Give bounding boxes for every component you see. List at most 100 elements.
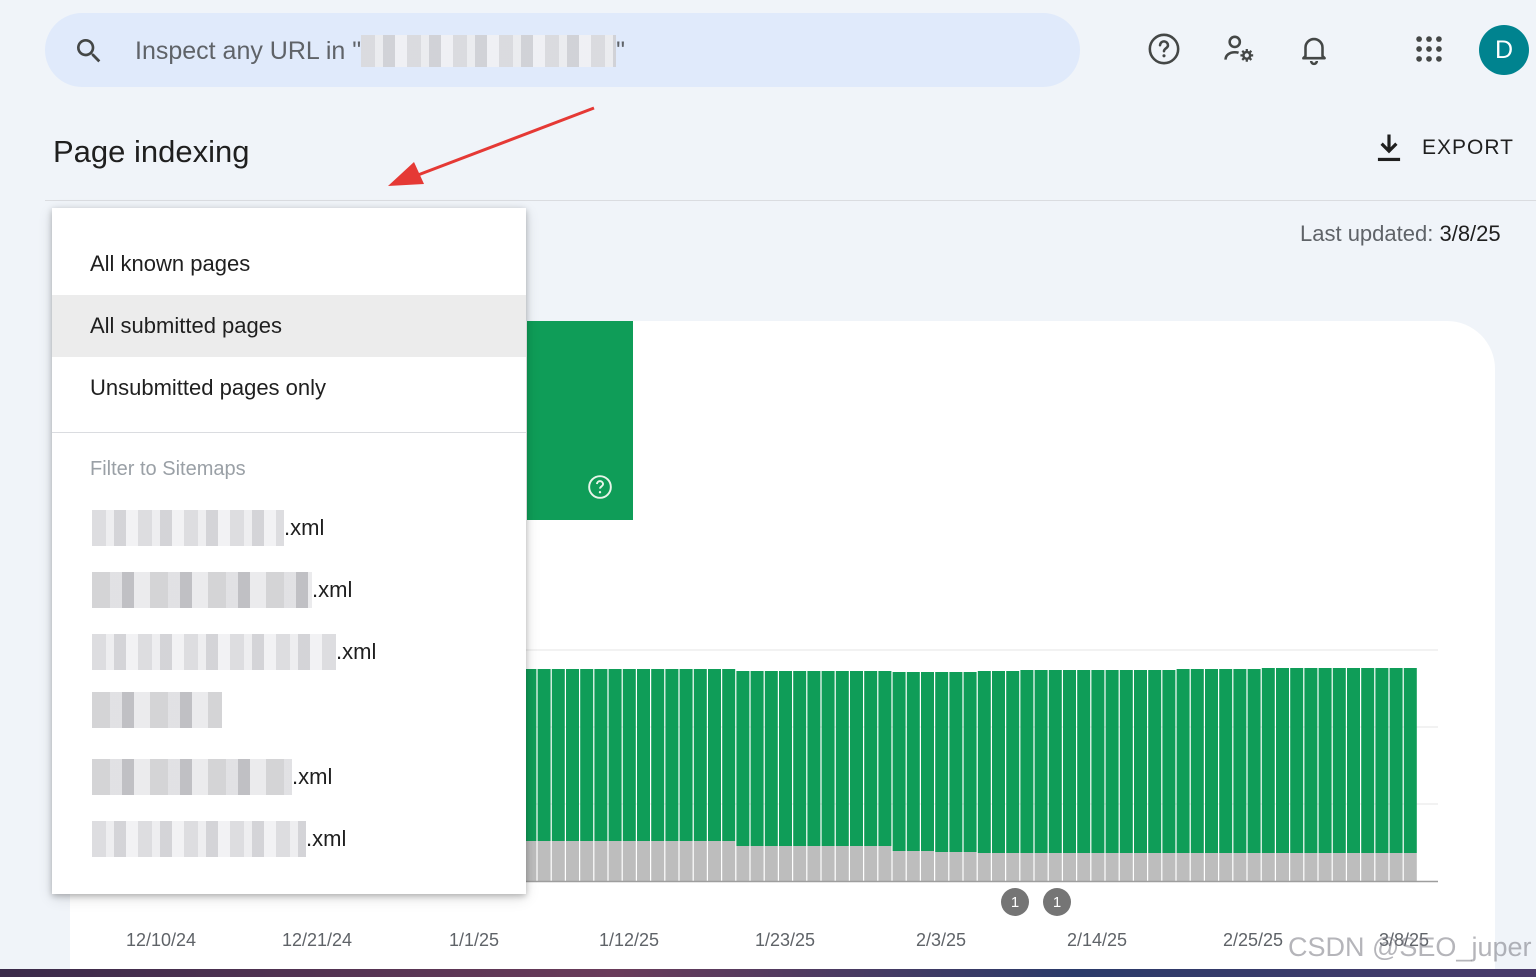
chart-bar[interactable] bbox=[736, 671, 750, 846]
chart-bar[interactable] bbox=[1063, 670, 1076, 853]
sitemap-option[interactable]: .xml bbox=[92, 572, 352, 608]
chart-bar[interactable] bbox=[566, 841, 579, 881]
chart-bar[interactable] bbox=[1119, 670, 1133, 853]
sitemap-option[interactable]: .xml bbox=[92, 510, 324, 546]
chart-bar[interactable] bbox=[779, 846, 792, 881]
chart-bar[interactable] bbox=[1205, 853, 1218, 881]
chart-bar[interactable] bbox=[1119, 853, 1133, 881]
chart-bar[interactable] bbox=[793, 846, 807, 881]
chart-bar[interactable] bbox=[1261, 668, 1275, 853]
chart-bar[interactable] bbox=[977, 853, 991, 881]
chart-bar[interactable] bbox=[1048, 853, 1062, 881]
chart-bar[interactable] bbox=[622, 669, 636, 841]
chart-bar[interactable] bbox=[1318, 668, 1332, 853]
chart-bar[interactable] bbox=[1361, 853, 1375, 881]
chart-bar[interactable] bbox=[679, 669, 693, 841]
chart-bar[interactable] bbox=[651, 841, 665, 881]
chart-bar[interactable] bbox=[1091, 670, 1105, 853]
chart-bar[interactable] bbox=[580, 841, 594, 881]
chart-bar[interactable] bbox=[736, 846, 750, 881]
chart-bar[interactable] bbox=[1190, 669, 1204, 853]
chart-bar[interactable] bbox=[1219, 669, 1233, 853]
chart-bar[interactable] bbox=[1290, 668, 1304, 853]
chart-bar[interactable] bbox=[693, 669, 707, 841]
chart-bar[interactable] bbox=[992, 671, 1005, 853]
chart-bar[interactable] bbox=[1105, 853, 1119, 881]
chart-bar[interactable] bbox=[764, 846, 778, 881]
chart-bar[interactable] bbox=[665, 669, 679, 841]
chart-bar[interactable] bbox=[864, 846, 878, 881]
chart-bar[interactable] bbox=[977, 671, 991, 853]
chart-bar[interactable] bbox=[1162, 670, 1176, 853]
chart-bar[interactable] bbox=[1304, 853, 1318, 881]
chart-bar[interactable] bbox=[1077, 853, 1091, 881]
sitemap-option[interactable]: .xml bbox=[92, 634, 376, 670]
option-all-known-pages[interactable]: All known pages bbox=[52, 233, 526, 295]
chart-bar[interactable] bbox=[850, 846, 863, 881]
chart-bar[interactable] bbox=[921, 851, 934, 881]
chart-bar[interactable] bbox=[1091, 853, 1105, 881]
chart-bar[interactable] bbox=[1176, 669, 1190, 853]
chart-bar[interactable] bbox=[821, 671, 835, 846]
chart-bar[interactable] bbox=[594, 841, 608, 881]
chart-bar[interactable] bbox=[722, 841, 736, 881]
chart-bar[interactable] bbox=[878, 846, 892, 881]
chart-bar[interactable] bbox=[1219, 853, 1233, 881]
chart-bar[interactable] bbox=[878, 671, 892, 846]
chart-bar[interactable] bbox=[551, 841, 565, 881]
chart-bar[interactable] bbox=[1332, 853, 1346, 881]
annotation-marker[interactable]: 1 bbox=[1001, 888, 1029, 916]
annotation-marker[interactable]: 1 bbox=[1043, 888, 1071, 916]
chart-bar[interactable] bbox=[1233, 853, 1247, 881]
chart-bar[interactable] bbox=[1148, 853, 1162, 881]
chart-bar[interactable] bbox=[1347, 668, 1360, 853]
chart-bar[interactable] bbox=[1162, 853, 1176, 881]
chart-bar[interactable] bbox=[594, 669, 608, 841]
chart-bar[interactable] bbox=[949, 672, 963, 852]
chart-bar[interactable] bbox=[1006, 853, 1020, 881]
chart-bar[interactable] bbox=[750, 671, 764, 846]
chart-bar[interactable] bbox=[992, 853, 1005, 881]
chart-bar[interactable] bbox=[679, 841, 693, 881]
sitemap-option[interactable] bbox=[92, 692, 222, 728]
chart-bar[interactable] bbox=[537, 669, 551, 841]
chart-bar[interactable] bbox=[750, 846, 764, 881]
chart-bar[interactable] bbox=[1134, 853, 1147, 881]
chart-bar[interactable] bbox=[1148, 670, 1162, 853]
chart-bar[interactable] bbox=[1233, 669, 1247, 853]
chart-bar[interactable] bbox=[1403, 668, 1417, 853]
chart-bar[interactable] bbox=[1205, 669, 1218, 853]
chart-bar[interactable] bbox=[807, 846, 821, 881]
chart-bar[interactable] bbox=[1063, 853, 1076, 881]
chart-bar[interactable] bbox=[1134, 670, 1147, 853]
chart-bar[interactable] bbox=[963, 672, 977, 852]
chart-bar[interactable] bbox=[608, 669, 622, 841]
chart-bar[interactable] bbox=[892, 672, 906, 851]
chart-bar[interactable] bbox=[1276, 668, 1289, 853]
chart-bar[interactable] bbox=[1020, 670, 1034, 853]
chart-bar[interactable] bbox=[1332, 668, 1346, 853]
sitemap-option[interactable]: .xml bbox=[92, 821, 346, 857]
chart-bar[interactable] bbox=[537, 841, 551, 881]
chart-bar[interactable] bbox=[1361, 668, 1375, 853]
chart-bar[interactable] bbox=[1261, 853, 1275, 881]
chart-bar[interactable] bbox=[1389, 668, 1403, 853]
chart-bar[interactable] bbox=[807, 671, 821, 846]
chart-bar[interactable] bbox=[708, 841, 721, 881]
chart-bar[interactable] bbox=[1176, 853, 1190, 881]
chart-bar[interactable] bbox=[722, 669, 736, 841]
chart-bar[interactable] bbox=[1276, 853, 1289, 881]
chart-bar[interactable] bbox=[963, 852, 977, 881]
chart-bar[interactable] bbox=[1375, 668, 1389, 853]
chart-bar[interactable] bbox=[850, 671, 863, 846]
chart-bar[interactable] bbox=[949, 852, 963, 881]
chart-bar[interactable] bbox=[708, 669, 721, 841]
chart-bar[interactable] bbox=[693, 841, 707, 881]
chart-bar[interactable] bbox=[1375, 853, 1389, 881]
chart-bar[interactable] bbox=[551, 669, 565, 841]
chart-bar[interactable] bbox=[1347, 853, 1360, 881]
chart-bar[interactable] bbox=[864, 671, 878, 846]
chart-bar[interactable] bbox=[921, 672, 934, 851]
chart-bar[interactable] bbox=[665, 841, 679, 881]
chart-bar[interactable] bbox=[1190, 853, 1204, 881]
